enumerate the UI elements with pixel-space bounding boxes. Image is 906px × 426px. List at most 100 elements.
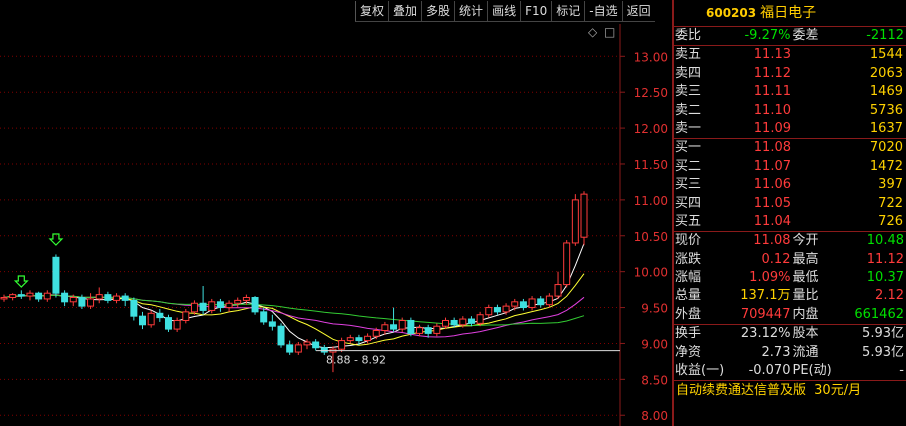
candle-body <box>164 317 172 330</box>
candle-body <box>338 340 346 350</box>
quote-label-2: 量比 <box>792 288 819 304</box>
quote-value-2: 10.48 <box>866 233 904 249</box>
share-stats: 换手 23.12% 股本 5.93亿 净资 2.73 流通 5.93亿 收益(一) -0.070 P… <box>674 324 906 380</box>
candle-body <box>104 294 112 301</box>
stats-label-2: 股本 <box>792 326 819 342</box>
bids-row: 买三 11.06 397 <box>674 176 906 194</box>
candle-body <box>502 305 510 313</box>
asks-row: 卖四 11.12 2063 <box>674 65 906 83</box>
candle-body <box>563 242 571 286</box>
candle <box>156 308 164 322</box>
candle-body <box>35 292 43 300</box>
asks-row: 卖三 11.11 1469 <box>674 83 906 101</box>
candle <box>61 290 69 307</box>
candle <box>338 337 346 353</box>
stats-value-2: 5.93亿 <box>862 344 904 360</box>
candle-body <box>0 297 8 300</box>
bids-row: 买五 11.04 726 <box>674 213 906 231</box>
bids-price: 11.04 <box>753 213 791 229</box>
candle-body <box>121 295 129 301</box>
candle <box>147 310 155 328</box>
asks-volume: 5736 <box>869 102 903 118</box>
candle-body <box>433 325 441 334</box>
candle-body <box>476 314 484 324</box>
candle <box>467 316 475 327</box>
candle <box>139 311 147 330</box>
toolbar-zixuan-button[interactable]: -自选 <box>584 1 622 22</box>
candle <box>251 296 259 315</box>
toolbar-huaxian-button[interactable]: 画线 <box>487 1 521 22</box>
stats-row: 收益(一) -0.070 PE(动) - <box>674 362 906 380</box>
candle <box>199 286 207 315</box>
candle <box>17 290 25 299</box>
candle-body <box>147 312 155 326</box>
quote-label: 涨幅 <box>675 270 702 286</box>
bids-volume: 7020 <box>869 140 903 156</box>
bids-price: 11.05 <box>753 195 791 211</box>
asks-label: 卖二 <box>675 102 702 118</box>
asks-price: 11.10 <box>753 102 791 118</box>
toolbar-f10-button[interactable]: F10 <box>520 1 552 22</box>
bids-volume: 397 <box>878 177 903 193</box>
candle-body <box>130 299 138 317</box>
quote-row: 现价 11.08 今开 10.48 <box>674 232 906 250</box>
candle-body <box>268 321 276 327</box>
asks-price: 11.12 <box>753 65 791 81</box>
bids-price: 11.06 <box>753 177 791 193</box>
candle <box>173 317 181 332</box>
toolbar-fanhui-button[interactable]: 返回 <box>621 1 655 22</box>
bids-label: 买一 <box>675 140 702 156</box>
candle <box>381 321 389 335</box>
weicha-label: 委差 <box>792 28 819 43</box>
y-tick-label: 12.00 <box>634 122 668 136</box>
asks-volume: 1469 <box>869 84 903 100</box>
candle <box>277 323 285 348</box>
candle-body <box>493 307 501 313</box>
candle-body <box>286 344 294 353</box>
subscription-ad[interactable]: 自动续费通达信普及版 30元/月 <box>674 380 906 401</box>
candle <box>26 290 34 301</box>
candle <box>113 293 121 304</box>
candle <box>485 304 493 318</box>
asks-price: 11.11 <box>753 84 791 100</box>
quote-value: 11.08 <box>753 233 791 249</box>
candle-body <box>528 298 536 309</box>
candle-body <box>407 319 415 334</box>
kline-chart[interactable]: 13.00 12.50 12.00 11.50 11.00 10.50 10.00 9.50 9… <box>0 24 672 426</box>
buy-signal-arrow-icon <box>13 275 29 288</box>
toolbar-biaoji-button[interactable]: 标记 <box>551 1 585 22</box>
asks-row: 卖一 11.09 1637 <box>674 120 906 138</box>
candle-body <box>277 325 285 346</box>
toolbar-duogu-button[interactable]: 多股 <box>421 1 455 22</box>
candle <box>563 240 571 288</box>
candle <box>580 191 588 246</box>
y-tick-label: 11.00 <box>634 194 668 208</box>
bids-row: 买四 11.05 722 <box>674 195 906 213</box>
candle-body <box>251 297 259 313</box>
candle <box>519 298 527 311</box>
candle-body <box>190 302 198 313</box>
candle-body <box>571 199 579 244</box>
candle-body <box>260 311 268 323</box>
candle-body <box>346 337 354 342</box>
candle <box>407 317 415 337</box>
candle-body <box>554 284 562 297</box>
candle <box>52 254 60 298</box>
stats-value-2: 5.93亿 <box>862 326 904 342</box>
diamond-icon[interactable]: ◇ <box>588 25 598 39</box>
quote-value: 1.09% <box>749 270 791 286</box>
toolbar-tongji-button[interactable]: 统计 <box>454 1 488 22</box>
quote-value: 709447 <box>740 306 791 322</box>
candle <box>528 296 536 311</box>
candle <box>35 291 43 302</box>
toolbar-diejia-button[interactable]: 叠加 <box>388 1 422 22</box>
toolbar-fuquan-button[interactable]: 复权 <box>355 1 389 22</box>
quote-value-2: 11.12 <box>866 251 904 267</box>
square-icon[interactable]: □ <box>604 25 615 39</box>
candle <box>130 297 138 321</box>
y-tick-label: 10.50 <box>634 230 668 244</box>
candle-body <box>113 295 121 301</box>
ad-price: 30元/月 <box>814 383 862 399</box>
candle-body <box>225 302 233 309</box>
candle <box>511 298 519 311</box>
